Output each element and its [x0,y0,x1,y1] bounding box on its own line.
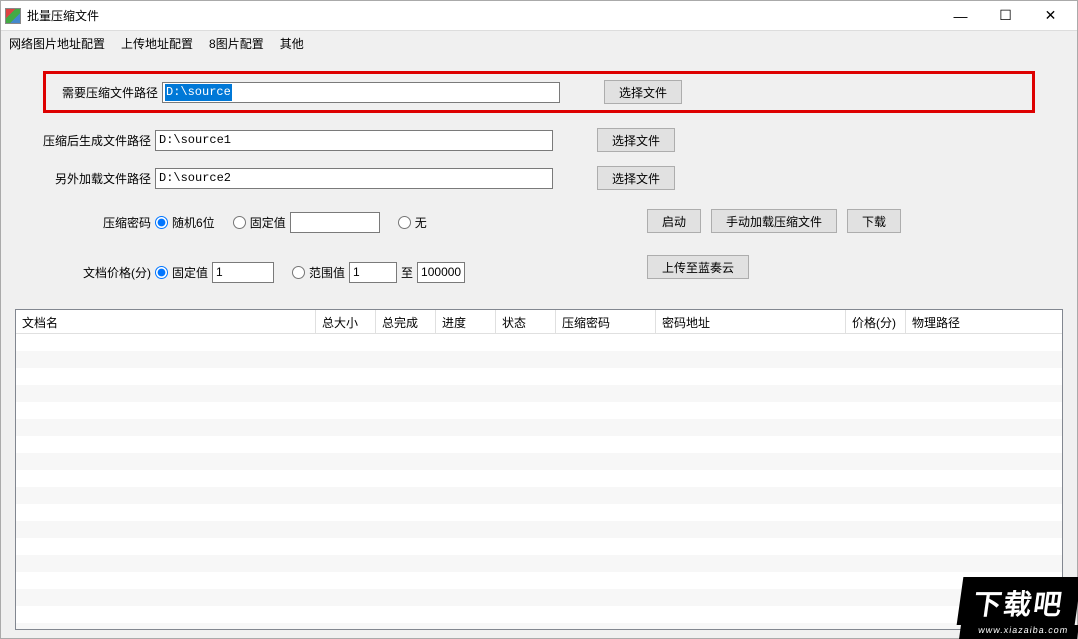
radio-random6-input[interactable] [155,216,168,229]
row-price: 文档价格(分) 固定值 范围值 至 [43,255,603,289]
input-fixed-pwd[interactable] [290,212,380,233]
input-range-to[interactable] [417,262,465,283]
col-pwd-addr[interactable]: 密码地址 [656,310,846,333]
titlebar: 批量压缩文件 — ☐ ✕ [1,1,1077,31]
label-price: 文档价格(分) [43,264,155,281]
menubar: 网络图片地址配置 上传地址配置 8图片配置 其他 [1,31,1077,55]
table-header: 文档名 总大小 总完成 进度 状态 压缩密码 密码地址 价格(分) 物理路径 [16,310,1062,334]
col-progress[interactable]: 进度 [436,310,496,333]
input-extra-path[interactable] [155,168,553,189]
radio-fixed-pwd[interactable]: 固定值 [233,212,380,233]
input-fixed-price[interactable] [212,262,274,283]
window-title: 批量压缩文件 [27,7,99,24]
close-button[interactable]: ✕ [1028,1,1073,30]
col-total-size[interactable]: 总大小 [316,310,376,333]
input-source-path-value: D:\source [165,84,232,101]
radio-range-price-input[interactable] [292,266,305,279]
browse-source-button[interactable]: 选择文件 [604,80,682,104]
password-radio-group: 随机6位 固定值 无 [155,212,427,233]
menu-net-img-cfg[interactable]: 网络图片地址配置 [9,35,105,52]
col-total-done[interactable]: 总完成 [376,310,436,333]
radio-fixed-pwd-input[interactable] [233,216,246,229]
minimize-button[interactable]: — [938,1,983,30]
form-area: 需要压缩文件路径 D:\source 选择文件 压缩后生成文件路径 选择文件 另… [15,71,1063,293]
radio-random6[interactable]: 随机6位 [155,214,215,231]
action-row-1: 启动 手动加载压缩文件 下载 [647,209,1035,233]
row-password: 压缩密码 随机6位 固定值 [43,205,603,239]
radio-fixed-price[interactable]: 固定值 [155,262,274,283]
menu-upload-cfg[interactable]: 上传地址配置 [121,35,193,52]
row-output-path: 压缩后生成文件路径 选择文件 [43,123,1035,157]
col-doc-name[interactable]: 文档名 [16,310,316,333]
table-body [16,334,1062,629]
input-source-path[interactable]: D:\source [162,82,560,103]
col-phys-path[interactable]: 物理路径 [906,310,1062,333]
maximize-button[interactable]: ☐ [983,1,1028,30]
manual-load-button[interactable]: 手动加载压缩文件 [711,209,837,233]
input-output-path[interactable] [155,130,553,151]
content-area: 需要压缩文件路径 D:\source 选择文件 压缩后生成文件路径 选择文件 另… [1,55,1077,638]
label-source-path: 需要压缩文件路径 [50,84,162,101]
col-zip-pwd[interactable]: 压缩密码 [556,310,656,333]
col-price[interactable]: 价格(分) [846,310,906,333]
download-button[interactable]: 下载 [847,209,901,233]
radio-none-pwd-input[interactable] [398,216,411,229]
label-output-path: 压缩后生成文件路径 [43,132,155,149]
menu-other[interactable]: 其他 [280,35,304,52]
file-table[interactable]: 文档名 总大小 总完成 进度 状态 压缩密码 密码地址 价格(分) 物理路径 [15,309,1063,630]
price-radio-group: 固定值 范围值 至 [155,262,465,283]
radio-range-price[interactable]: 范围值 至 [292,262,465,283]
browse-extra-button[interactable]: 选择文件 [597,166,675,190]
start-button[interactable]: 启动 [647,209,701,233]
label-password: 压缩密码 [43,214,155,231]
action-row-2: 上传至蓝奏云 [647,255,1035,279]
app-window: 批量压缩文件 — ☐ ✕ 网络图片地址配置 上传地址配置 8图片配置 其他 需要… [0,0,1078,639]
upload-cloud-button[interactable]: 上传至蓝奏云 [647,255,749,279]
menu-8img-cfg[interactable]: 8图片配置 [209,35,264,52]
app-icon [5,8,21,24]
col-status[interactable]: 状态 [496,310,556,333]
label-extra-path: 另外加载文件路径 [43,170,155,187]
label-to: 至 [401,264,413,281]
input-range-from[interactable] [349,262,397,283]
row-extra-path: 另外加载文件路径 选择文件 [43,161,1035,195]
radio-none-pwd[interactable]: 无 [398,214,427,231]
browse-output-button[interactable]: 选择文件 [597,128,675,152]
row-source-path: 需要压缩文件路径 D:\source 选择文件 [43,71,1035,113]
radio-fixed-price-input[interactable] [155,266,168,279]
